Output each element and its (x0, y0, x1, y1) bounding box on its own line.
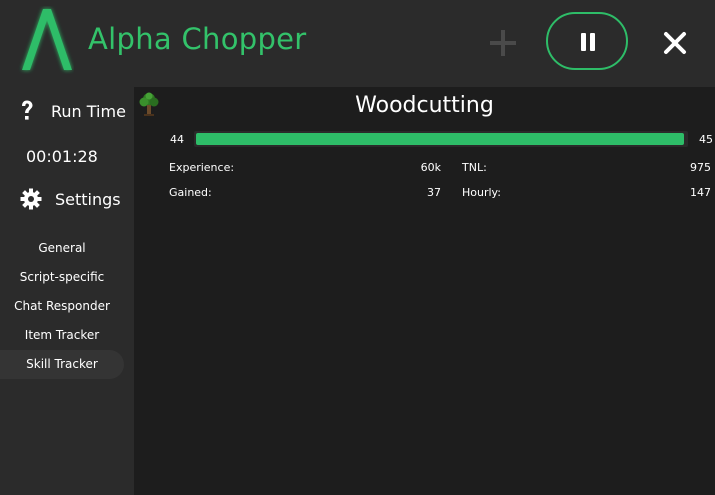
settings-button[interactable]: Settings (0, 186, 134, 214)
hourly-label: Hourly: (462, 186, 501, 199)
next-level: 45 (699, 133, 713, 146)
app-title: Alpha Chopper (88, 22, 307, 56)
hourly-value: 147 (690, 186, 711, 199)
skill-name: Woodcutting (355, 93, 494, 118)
gained-value: 37 (427, 186, 441, 199)
close-icon (664, 32, 686, 54)
experience-value: 60k (420, 161, 441, 174)
sidebar-item-item-tracker[interactable]: Item Tracker (0, 321, 124, 350)
question-icon (22, 100, 33, 120)
runtime-value: 00:01:28 (26, 147, 98, 166)
runtime-label: Run Time (51, 102, 126, 121)
sidebar-item-script-specific[interactable]: Script-specific (0, 263, 124, 292)
add-button[interactable] (486, 26, 520, 60)
runtime-row: Run Time (0, 99, 134, 125)
current-level: 44 (170, 133, 184, 146)
experience-label: Experience: (169, 161, 235, 174)
sidebar-item-general[interactable]: General (0, 234, 124, 263)
settings-label: Settings (55, 190, 121, 209)
pause-icon (581, 33, 595, 51)
level-progress-bar (194, 131, 688, 147)
plus-icon (490, 30, 516, 56)
level-progress-fill (196, 133, 684, 145)
pause-button[interactable] (546, 12, 628, 70)
gear-icon (20, 188, 42, 210)
skill-tracker-panel: Woodcutting 44 45 Experience: 60k TNL: 9… (134, 87, 715, 495)
gained-label: Gained: (169, 186, 212, 199)
close-button[interactable] (662, 30, 688, 56)
app-logo-icon (22, 9, 72, 70)
header: Alpha Chopper (0, 0, 715, 87)
tnl-value: 975 (690, 161, 711, 174)
tnl-label: TNL: (462, 161, 487, 174)
sidebar-item-skill-tracker[interactable]: Skill Tracker (0, 350, 124, 379)
sidebar: Run Time 00:01:28 Settings General Scrip… (0, 87, 134, 495)
sidebar-item-chat-responder[interactable]: Chat Responder (0, 292, 124, 321)
